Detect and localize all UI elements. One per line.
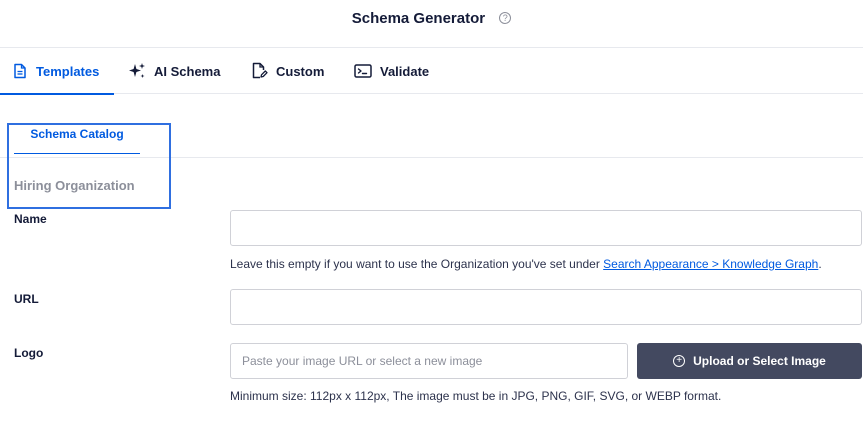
name-help-suffix: .: [818, 257, 822, 271]
edit-document-icon: [252, 62, 268, 79]
sparkles-icon: [129, 63, 145, 78]
knowledge-graph-link[interactable]: Search Appearance > Knowledge Graph: [603, 257, 818, 271]
name-help-prefix: Leave this empty if you want to use the …: [230, 257, 604, 271]
tab-validate[interactable]: Validate: [354, 48, 429, 94]
url-label: URL: [14, 292, 39, 306]
upload-image-button[interactable]: + Upload or Select Image: [637, 343, 862, 379]
app-header: Schema Generator ?: [0, 0, 863, 48]
logo-url-input[interactable]: [230, 343, 628, 379]
main-tabs: Templates AI Schema Custom Validate: [0, 48, 863, 95]
document-icon: [14, 63, 26, 79]
page-title-text: Schema Generator: [351, 10, 486, 27]
tab-label: Templates: [36, 63, 100, 79]
tab-label: AI Schema: [154, 63, 221, 79]
help-icon[interactable]: ?: [499, 11, 512, 24]
name-help-text: Leave this empty if you want to use the …: [230, 257, 822, 271]
plus-circle-icon: +: [673, 355, 686, 367]
page-title: Schema Generator ?: [0, 10, 863, 27]
tab-label: Validate: [380, 63, 430, 79]
name-label: Name: [14, 212, 47, 226]
logo-label: Logo: [14, 346, 44, 360]
tab-templates[interactable]: Templates: [0, 48, 114, 95]
terminal-icon: [354, 64, 372, 78]
tab-ai-schema[interactable]: AI Schema: [128, 48, 220, 94]
section-heading: Hiring Organization: [14, 178, 135, 193]
upload-button-label: Upload or Select Image: [693, 354, 826, 368]
name-input[interactable]: [230, 210, 862, 246]
logo-help-text: Minimum size: 112px x 112px, The image m…: [230, 389, 722, 403]
tab-label: Custom: [276, 63, 325, 79]
highlight-box: [7, 123, 171, 209]
url-input[interactable]: [230, 289, 862, 325]
tab-custom[interactable]: Custom: [250, 48, 324, 94]
